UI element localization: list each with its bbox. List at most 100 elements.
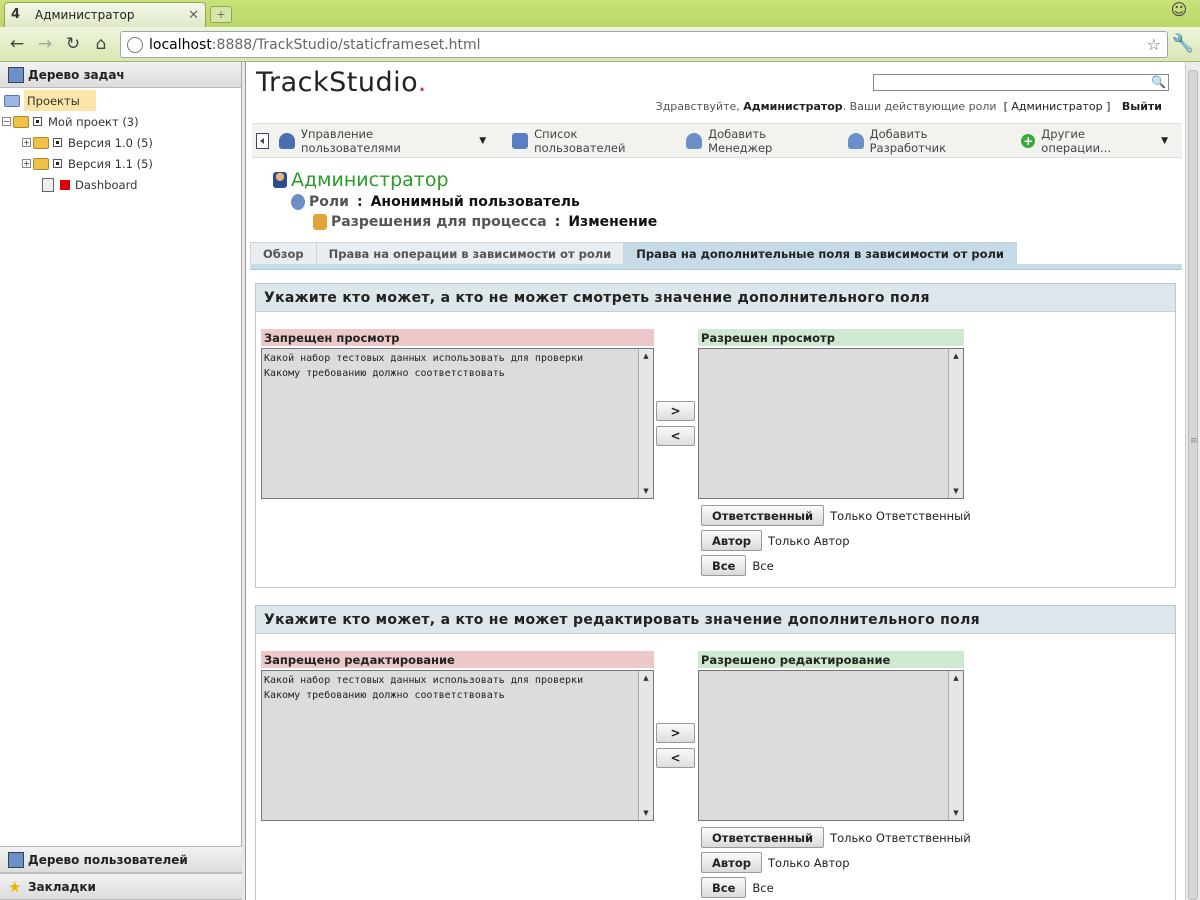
- manage-users-menu[interactable]: Управление пользователями ▼: [278, 126, 486, 155]
- tab-underline: [250, 264, 1182, 270]
- edit-allow-listbox[interactable]: ▲ ▼: [698, 670, 964, 821]
- task-tree-header[interactable]: Дерево задач: [0, 62, 241, 88]
- scrollbar[interactable]: ▲ ▼: [638, 349, 653, 498]
- edit-deny-listbox[interactable]: Какой набор тестовых данных использовать…: [261, 670, 654, 821]
- task-tree-icon: [8, 66, 24, 83]
- scroll-up-icon[interactable]: ▲: [639, 671, 653, 685]
- bookmarks-title: Закладки: [28, 879, 96, 894]
- scrollbar[interactable]: ▲ ▼: [948, 671, 963, 820]
- wrench-menu-icon[interactable]: 🔧: [1172, 33, 1194, 54]
- reload-icon[interactable]: ↻: [62, 33, 84, 55]
- folder-icon: [33, 157, 49, 170]
- scroll-down-icon[interactable]: ▼: [639, 806, 653, 820]
- all-button[interactable]: Все: [701, 877, 747, 898]
- projects-icon: [4, 94, 20, 107]
- move-left-button[interactable]: <: [656, 426, 695, 446]
- author-button[interactable]: Автор: [701, 530, 762, 551]
- other-operations-menu[interactable]: + Другие операции... ▼: [1021, 127, 1168, 155]
- scroll-down-icon[interactable]: ▼: [949, 806, 963, 820]
- trackstudio-favicon-icon: 4: [11, 7, 21, 22]
- breadcrumb-roles[interactable]: Роли : Анонимный пользователь: [291, 192, 657, 212]
- manage-users-label: Управление пользователями: [300, 126, 401, 155]
- tree-label-projects[interactable]: Проекты: [24, 90, 96, 111]
- move-left-button[interactable]: <: [656, 748, 695, 768]
- greeting-roles-prefix: . Ваши действующие роли: [842, 100, 997, 113]
- page-scrollbar[interactable]: ≡: [1185, 62, 1200, 900]
- expand-icon[interactable]: +: [22, 159, 31, 168]
- permissions-label: Разрешения для процесса: [331, 214, 547, 230]
- breadcrumb-permissions[interactable]: Разрешения для процесса : Изменение: [313, 212, 657, 232]
- add-developer-link[interactable]: Добавить Разработчик: [847, 127, 1008, 155]
- user-list-link[interactable]: Список пользователей: [512, 127, 672, 155]
- forward-icon[interactable]: →: [34, 33, 56, 55]
- responsible-button[interactable]: Ответственный: [701, 827, 825, 848]
- breadcrumb-user[interactable]: Администратор: [273, 168, 657, 192]
- edit-allow-label: Разрешено редактирование: [698, 651, 964, 668]
- list-item[interactable]: Какой набор тестовых данных использовать…: [264, 351, 634, 366]
- task-tree-title: Дерево задач: [28, 67, 125, 82]
- back-icon[interactable]: ←: [6, 33, 28, 55]
- close-tab-icon[interactable]: ✕: [188, 8, 199, 23]
- grip-icon: ≡: [1190, 436, 1198, 446]
- view-section-title: Укажите кто может, а кто не может смотре…: [256, 284, 1175, 312]
- edit-deny-label: Запрещено редактирование: [261, 651, 654, 668]
- tab-overview[interactable]: Обзор: [250, 242, 317, 265]
- status-red-icon: [60, 179, 70, 190]
- bookmarks-header[interactable]: ★ Закладки: [0, 873, 242, 900]
- collapse-panel-icon[interactable]: [256, 132, 269, 149]
- address-bar[interactable]: localhost:8888/TrackStudio/staticframese…: [120, 31, 1168, 58]
- add-user-icon: [686, 132, 703, 149]
- scrollbar-thumb[interactable]: [1188, 70, 1198, 900]
- separator: :: [554, 214, 561, 230]
- move-right-button[interactable]: >: [656, 401, 695, 421]
- bookmark-star-icon[interactable]: ☆: [1147, 35, 1161, 54]
- responsible-button[interactable]: Ответственный: [701, 505, 825, 526]
- responsible-row: Ответственный Только Ответственный: [701, 827, 971, 848]
- scroll-down-icon[interactable]: ▼: [949, 484, 963, 498]
- collapse-icon[interactable]: −: [2, 117, 11, 126]
- frame-splitter[interactable]: [242, 62, 246, 900]
- all-button[interactable]: Все: [701, 555, 747, 576]
- tree-node-dashboard[interactable]: Dashboard: [2, 174, 239, 195]
- users-tree-header[interactable]: Дерево пользователей: [0, 846, 242, 873]
- scroll-up-icon[interactable]: ▲: [639, 349, 653, 363]
- scroll-down-icon[interactable]: ▼: [639, 484, 653, 498]
- tree-node-project[interactable]: − Мой проект (3): [2, 111, 239, 132]
- scroll-up-icon[interactable]: ▲: [949, 349, 963, 363]
- list-item[interactable]: Какой набор тестовых данных использовать…: [264, 673, 634, 688]
- search-input[interactable]: 🔍: [873, 74, 1169, 91]
- author-row: Автор Только Автор: [701, 530, 850, 551]
- tree-node-version-1-0[interactable]: + Версия 1.0 (5): [2, 132, 239, 153]
- tree-label-version-1-0[interactable]: Версия 1.0 (5): [68, 136, 153, 150]
- browser-tab-title: Администратор: [35, 8, 135, 22]
- chevron-down-icon: ▼: [1161, 135, 1168, 146]
- search-icon[interactable]: 🔍: [1151, 75, 1166, 89]
- tree-label-dashboard[interactable]: Dashboard: [75, 178, 137, 192]
- list-item[interactable]: Какому требованию должно соответствовать: [264, 366, 634, 381]
- tree-label-version-1-1[interactable]: Версия 1.1 (5): [68, 157, 153, 171]
- tree-node-projects[interactable]: Проекты: [2, 90, 239, 111]
- add-manager-link[interactable]: Добавить Менеджер: [686, 127, 834, 155]
- author-button[interactable]: Автор: [701, 852, 762, 873]
- logout-link[interactable]: Выйти: [1122, 100, 1162, 113]
- new-tab-button[interactable]: +: [210, 6, 232, 23]
- author-text: Только Автор: [767, 533, 850, 548]
- scroll-up-icon[interactable]: ▲: [949, 671, 963, 685]
- move-right-button[interactable]: >: [656, 723, 695, 743]
- view-allow-listbox[interactable]: ▲ ▼: [698, 348, 964, 499]
- tab-field-rights[interactable]: Права на дополнительные поля в зависимос…: [623, 242, 1017, 265]
- browser-tab[interactable]: 4 Администратор ✕: [4, 2, 206, 27]
- view-deny-listbox[interactable]: Какой набор тестовых данных использовать…: [261, 348, 654, 499]
- expand-icon[interactable]: +: [22, 138, 31, 147]
- scrollbar[interactable]: ▲ ▼: [638, 671, 653, 820]
- home-icon[interactable]: ⌂: [90, 33, 112, 55]
- scrollbar[interactable]: ▲ ▼: [948, 349, 963, 498]
- plus-circle-icon: +: [1021, 133, 1036, 148]
- tree-label-project[interactable]: Мой проект (3): [48, 115, 139, 129]
- list-item[interactable]: Какому требованию должно соответствовать: [264, 688, 634, 703]
- tab-operation-rights[interactable]: Права на операции в зависимости от роли: [315, 242, 625, 265]
- users-tree-icon: [8, 851, 24, 868]
- responsible-text: Только Ответственный: [830, 508, 971, 523]
- tree-node-version-1-1[interactable]: + Версия 1.1 (5): [2, 153, 239, 174]
- url-path: :8888/TrackStudio/staticframeset.html: [211, 36, 481, 53]
